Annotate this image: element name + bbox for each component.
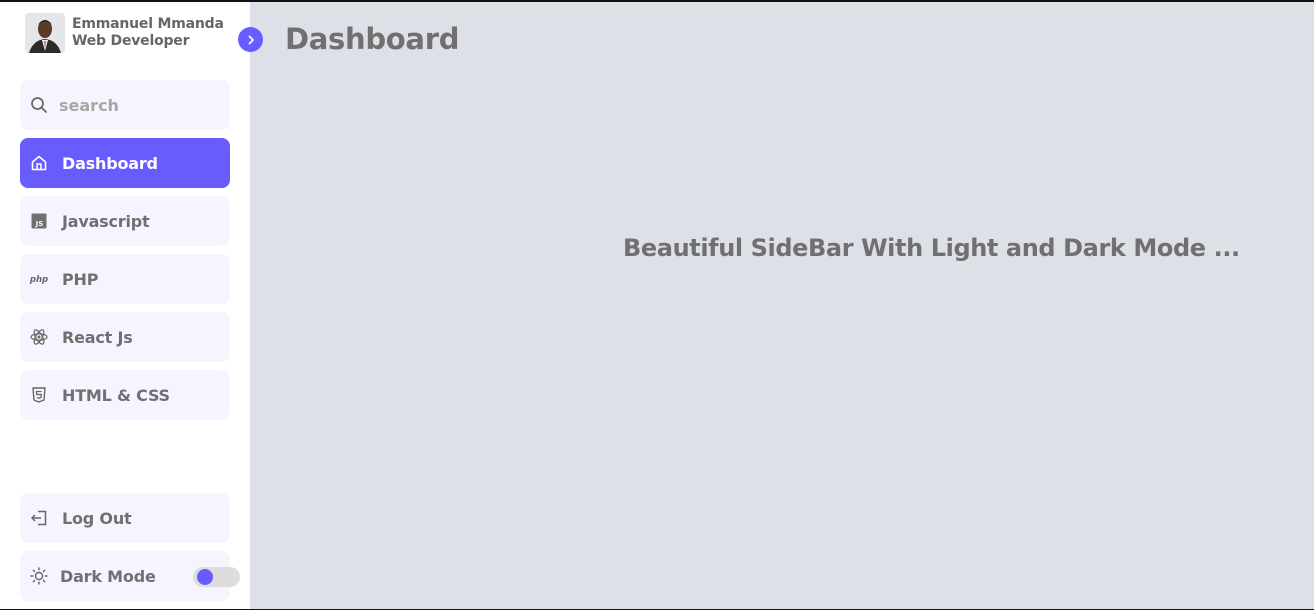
profile-name: Emmanuel Mmanda xyxy=(72,16,224,32)
dark-mode-switch[interactable] xyxy=(193,567,240,587)
menu-item-label: Dashboard xyxy=(62,153,158,173)
search-box[interactable] xyxy=(20,80,230,130)
php-icon: php xyxy=(20,254,58,304)
logout-label: Log Out xyxy=(62,508,132,528)
menu-item-javascript[interactable]: JS Javascript xyxy=(20,196,230,246)
search-icon xyxy=(20,80,58,130)
profile-role: Web Developer xyxy=(72,33,190,49)
logout-icon xyxy=(20,493,58,543)
menu-item-dashboard[interactable]: Dashboard xyxy=(20,138,230,188)
sidebar: Emmanuel Mmanda Web Developer Dashboard xyxy=(0,2,250,609)
react-icon xyxy=(20,312,58,362)
html5-icon xyxy=(20,370,58,420)
menu-item-label: PHP xyxy=(62,269,99,289)
menu-item-php[interactable]: php PHP xyxy=(20,254,230,304)
search-input[interactable] xyxy=(59,95,219,115)
menu-item-label: Javascript xyxy=(62,211,150,231)
sidebar-toggle-button[interactable] xyxy=(238,27,263,52)
sun-icon xyxy=(20,551,58,601)
menu-item-label: React Js xyxy=(62,327,133,347)
home-icon xyxy=(20,138,58,188)
menu-item-react-js[interactable]: React Js xyxy=(20,312,230,362)
page-title: Dashboard xyxy=(285,22,460,56)
js-icon: JS xyxy=(20,196,58,246)
avatar xyxy=(25,13,65,53)
profile-header: Emmanuel Mmanda Web Developer xyxy=(25,12,250,54)
dark-mode-switch-knob xyxy=(197,569,213,585)
page-subtitle: Beautiful SideBar With Light and Dark Mo… xyxy=(623,234,1240,262)
menu-item-label: HTML & CSS xyxy=(62,385,170,405)
php-icon-text: php xyxy=(29,275,48,285)
logout-button[interactable]: Log Out xyxy=(20,493,230,543)
js-icon-text: JS xyxy=(35,220,44,228)
chevron-right-icon xyxy=(248,35,254,44)
menu-item-html-css[interactable]: HTML & CSS xyxy=(20,370,230,420)
dark-mode-label: Dark Mode xyxy=(60,566,156,586)
dark-mode-row: Dark Mode xyxy=(20,551,240,601)
